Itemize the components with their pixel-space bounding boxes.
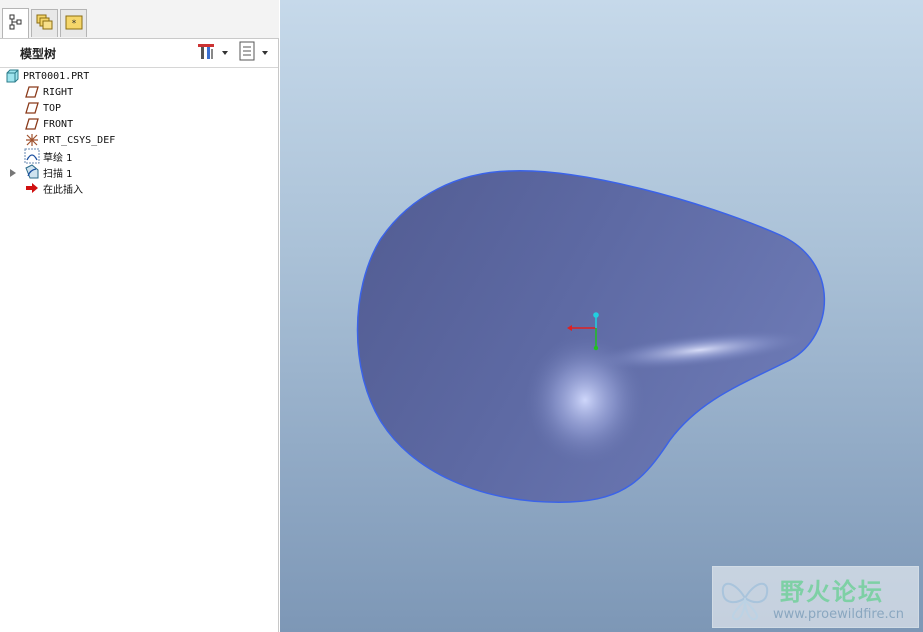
- butterfly-logo-icon: [721, 582, 769, 621]
- model-tree-header: 模型树: [0, 39, 278, 68]
- tree-item-csys[interactable]: PRT_CSYS_DEF: [24, 132, 115, 148]
- show-dropdown-button[interactable]: [238, 41, 268, 65]
- tree-root-item[interactable]: PRT0001.PRT: [4, 68, 89, 84]
- tree-item-label: 扫描 1: [43, 168, 73, 180]
- tree-item-label: PRT0001.PRT: [23, 70, 90, 82]
- datum-plane-icon: [24, 100, 40, 116]
- tree-item-front[interactable]: FRONT: [24, 116, 73, 132]
- model-tree-tab[interactable]: [2, 8, 29, 38]
- tree-item-label: RIGHT: [43, 86, 74, 98]
- sweep-icon: [24, 164, 40, 180]
- show-list-icon: [238, 41, 256, 65]
- svg-text:*: *: [71, 19, 76, 29]
- settings-dropdown-button[interactable]: [196, 42, 228, 64]
- tree-item-sweep[interactable]: 扫描 1: [24, 164, 73, 180]
- expand-arrow-icon[interactable]: [10, 169, 16, 177]
- tree-item-top[interactable]: TOP: [24, 100, 61, 116]
- folder-browser-icon: [36, 14, 54, 34]
- tree-item-right[interactable]: RIGHT: [24, 84, 73, 100]
- model-tree-title: 模型树: [20, 47, 57, 61]
- part-icon: [4, 68, 20, 84]
- tree-item-label: TOP: [43, 102, 62, 114]
- chevron-down-icon: [262, 51, 268, 55]
- chevron-down-icon: [222, 51, 228, 55]
- insert-here-arrow-icon: [24, 180, 40, 196]
- watermark-logo: 野火论坛 www.proewildfire.cn: [712, 566, 919, 628]
- datum-plane-icon: [24, 84, 40, 100]
- sketch-icon: [24, 148, 40, 164]
- tree-item-insert-here[interactable]: 在此插入: [24, 180, 83, 196]
- model-graphics: [356, 170, 826, 503]
- model-tree-panel: * 模型树 PRT0001.PRT RIGHT TOP FRONT PRT_CS…: [0, 0, 279, 632]
- tree-item-label: 在此插入: [43, 184, 83, 196]
- tools-settings-icon: [196, 41, 216, 65]
- folder-browser-tab[interactable]: [31, 9, 58, 37]
- tree-item-label: PRT_CSYS_DEF: [43, 134, 116, 146]
- coordinate-system-icon: [24, 132, 40, 148]
- watermark-url: www.proewildfire.cn: [773, 607, 904, 622]
- navigator-tabs: *: [0, 0, 279, 39]
- datum-plane-icon: [24, 116, 40, 132]
- graphics-viewport[interactable]: [280, 0, 923, 632]
- favorites-icon: *: [65, 14, 83, 34]
- tree-item-label: 草绘 1: [43, 152, 73, 164]
- tree-item-sketch[interactable]: 草绘 1: [24, 148, 73, 164]
- model-tree-icon: [9, 14, 23, 34]
- tree-item-label: FRONT: [43, 118, 74, 130]
- favorites-tab[interactable]: *: [60, 9, 87, 37]
- watermark-title: 野火论坛: [780, 578, 884, 606]
